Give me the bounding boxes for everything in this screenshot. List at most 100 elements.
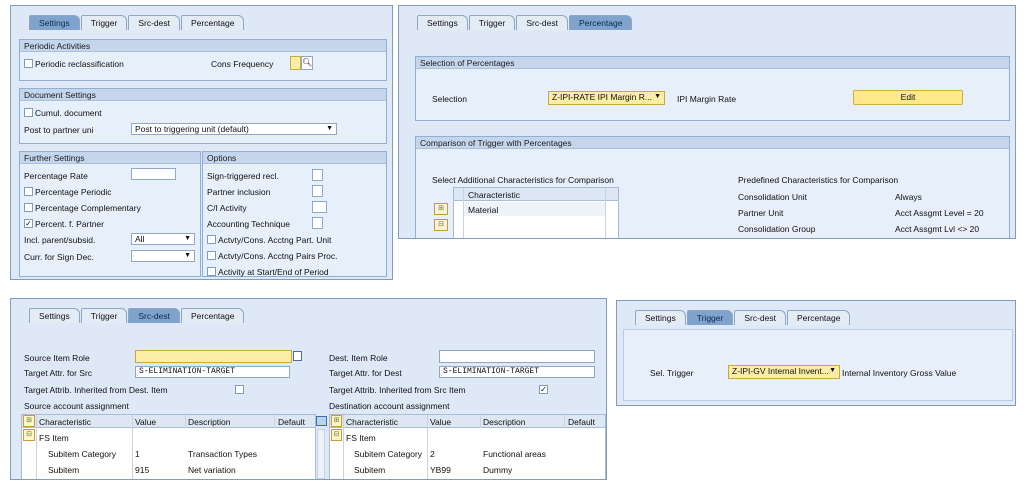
percentage-complementary-label: Percentage Complementary (35, 203, 141, 213)
col-value: Value (430, 417, 452, 427)
search-icon[interactable]: 🔍︎ (301, 56, 313, 70)
chevron-down-icon: ▼ (326, 125, 333, 132)
dest-item-role-label: Dest. Item Role (329, 353, 388, 363)
tab-trigger[interactable]: Trigger (468, 15, 516, 30)
group-title: Further Settings (20, 152, 200, 164)
tab-settings[interactable]: Settings (29, 15, 80, 30)
percentage-periodic-checkbox[interactable] (24, 187, 33, 196)
percentage-rate-field[interactable] (131, 168, 176, 180)
src-inherited-checkbox[interactable] (235, 385, 244, 394)
sel-trigger-dropdown[interactable]: Z-IPI-GV Internal Invent... ▼ (728, 365, 840, 379)
tab-trigger[interactable]: Trigger (80, 308, 128, 323)
tab-percentage[interactable]: Percentage (568, 15, 633, 30)
table-cell: Subitem (354, 465, 386, 475)
tab-percentage[interactable]: Percentage (786, 310, 851, 325)
tab-src-dest[interactable]: Src-dest (128, 15, 180, 30)
curr-sign-label: Curr. for Sign Dec. (24, 252, 94, 262)
actvty-part-checkbox[interactable] (207, 235, 216, 244)
dest-item-role-field[interactable] (439, 350, 595, 363)
sign-triggered-field[interactable] (312, 169, 323, 181)
percent-partner-checkbox[interactable]: ✓ (24, 219, 33, 228)
col-characteristic: Characteristic (39, 417, 91, 427)
sel-trigger-description: Internal Inventory Gross Value (842, 368, 957, 378)
selection-description: IPI Margin Rate (677, 94, 737, 104)
incl-parent-value: All (135, 234, 145, 244)
remove-row-icon[interactable]: ⊟ (331, 429, 342, 441)
table-cell: 915 (135, 465, 150, 475)
further-settings-group: Further Settings Percentage Rate Percent… (19, 151, 201, 277)
tab-settings[interactable]: Settings (417, 15, 468, 30)
tab-trigger[interactable]: Trigger (80, 15, 128, 30)
percent-partner-label: Percent. f. Partner (35, 219, 104, 229)
cons-frequency-label: Cons Frequency (211, 59, 274, 69)
target-attr-src-label: Target Attr. for Src (24, 368, 93, 378)
percentage-complementary-checkbox[interactable] (24, 203, 33, 212)
table-settings-icon[interactable] (316, 416, 327, 426)
remove-row-icon[interactable]: ⊟ (434, 219, 448, 231)
predef-value: Acct Assgmt Level = 20 (895, 208, 984, 218)
add-row-icon[interactable]: ⊞ (23, 415, 35, 427)
periodic-reclass-checkbox[interactable] (24, 59, 33, 68)
incl-parent-dropdown[interactable]: All ▼ (131, 233, 195, 245)
table-cell: FS Item (39, 433, 69, 443)
characteristic-cell: Material (468, 205, 499, 215)
ci-activity-label: C/I Activity (207, 203, 247, 213)
selection-value: Z-IPI-RATE IPI Margin R... (552, 92, 652, 102)
edit-button[interactable]: Edit (853, 90, 963, 105)
predefined-label: Predefined Characteristics for Compariso… (738, 175, 899, 185)
table-cell: FS Item (346, 433, 376, 443)
cumul-document-checkbox[interactable] (24, 108, 33, 117)
chevron-down-icon: ▼ (829, 367, 836, 374)
post-partner-dropdown[interactable]: Post to triggering unit (default) ▼ (131, 123, 337, 135)
col-default: Default (278, 417, 305, 427)
tab-settings[interactable]: Settings (29, 308, 80, 323)
tab-percentage[interactable]: Percentage (180, 308, 245, 323)
ci-activity-field[interactable] (312, 201, 327, 213)
partner-inclusion-field[interactable] (312, 185, 323, 197)
tab-src-dest[interactable]: Src-dest (128, 308, 180, 323)
tab-src-dest[interactable]: Src-dest (734, 310, 786, 325)
table-cell: YB99 (430, 465, 451, 475)
copy-icon[interactable] (293, 351, 302, 361)
characteristic-table: Characteristic Material (453, 187, 619, 238)
trigger-group: Sel. Trigger Z-IPI-GV Internal Invent...… (623, 329, 1013, 401)
tab-trigger[interactable]: Trigger (686, 310, 734, 325)
tab-strip: Settings Trigger Src-dest Percentage (399, 6, 633, 30)
target-attr-dest-field[interactable]: S-ELIMINATION-TARGET (439, 366, 595, 378)
source-item-role-field[interactable] (135, 350, 292, 363)
post-partner-value: Post to triggering unit (default) (135, 124, 249, 134)
partner-inclusion-label: Partner inclusion (207, 187, 271, 197)
scrollbar[interactable] (317, 429, 325, 479)
tab-src-dest[interactable]: Src-dest (516, 15, 568, 30)
accounting-technique-field[interactable] (312, 217, 323, 229)
options-group: Options Sign-triggered recl. Partner inc… (202, 151, 387, 277)
sel-trigger-value: Z-IPI-GV Internal Invent... (732, 366, 829, 376)
source-account-label: Source account assignment (24, 401, 129, 411)
predef-name: Consolidation Group (738, 224, 816, 234)
add-row-icon[interactable]: ⊞ (434, 203, 448, 215)
remove-row-icon[interactable]: ⊟ (23, 429, 35, 441)
actvty-pairs-checkbox[interactable] (207, 251, 216, 260)
trigger-panel: Settings Trigger Src-dest Percentage Sel… (616, 300, 1016, 406)
source-item-role-label: Source Item Role (24, 353, 90, 363)
activity-start-checkbox[interactable] (207, 267, 216, 276)
tab-percentage[interactable]: Percentage (180, 15, 245, 30)
table-cell: Net variation (188, 465, 236, 475)
table-cell: Subitem Category (48, 449, 117, 459)
settings-panel: Settings Trigger Src-dest Percentage Per… (10, 5, 393, 280)
selection-dropdown[interactable]: Z-IPI-RATE IPI Margin R... ▼ (548, 91, 665, 105)
target-attr-src-field[interactable]: S-ELIMINATION-TARGET (135, 366, 290, 378)
chevron-down-icon: ▼ (184, 235, 191, 242)
chevron-down-icon: ▼ (184, 252, 191, 259)
tab-settings[interactable]: Settings (635, 310, 686, 325)
cons-frequency-field[interactable] (290, 56, 301, 70)
percentage-periodic-label: Percentage Periodic (35, 187, 112, 197)
periodic-reclass-label: Periodic reclassification (35, 59, 124, 69)
select-additional-label: Select Additional Characteristics for Co… (432, 175, 614, 185)
dst-inherited-checkbox[interactable]: ✓ (539, 385, 548, 394)
curr-sign-dropdown[interactable]: ▼ (131, 250, 195, 262)
activity-start-label: Activity at Start/End of Period (218, 267, 329, 277)
source-table: ⊞ ⊟ Characteristic Value Description Def… (21, 414, 316, 479)
add-row-icon[interactable]: ⊞ (331, 415, 342, 427)
target-attr-dest-label: Target Attr. for Dest (329, 368, 402, 378)
